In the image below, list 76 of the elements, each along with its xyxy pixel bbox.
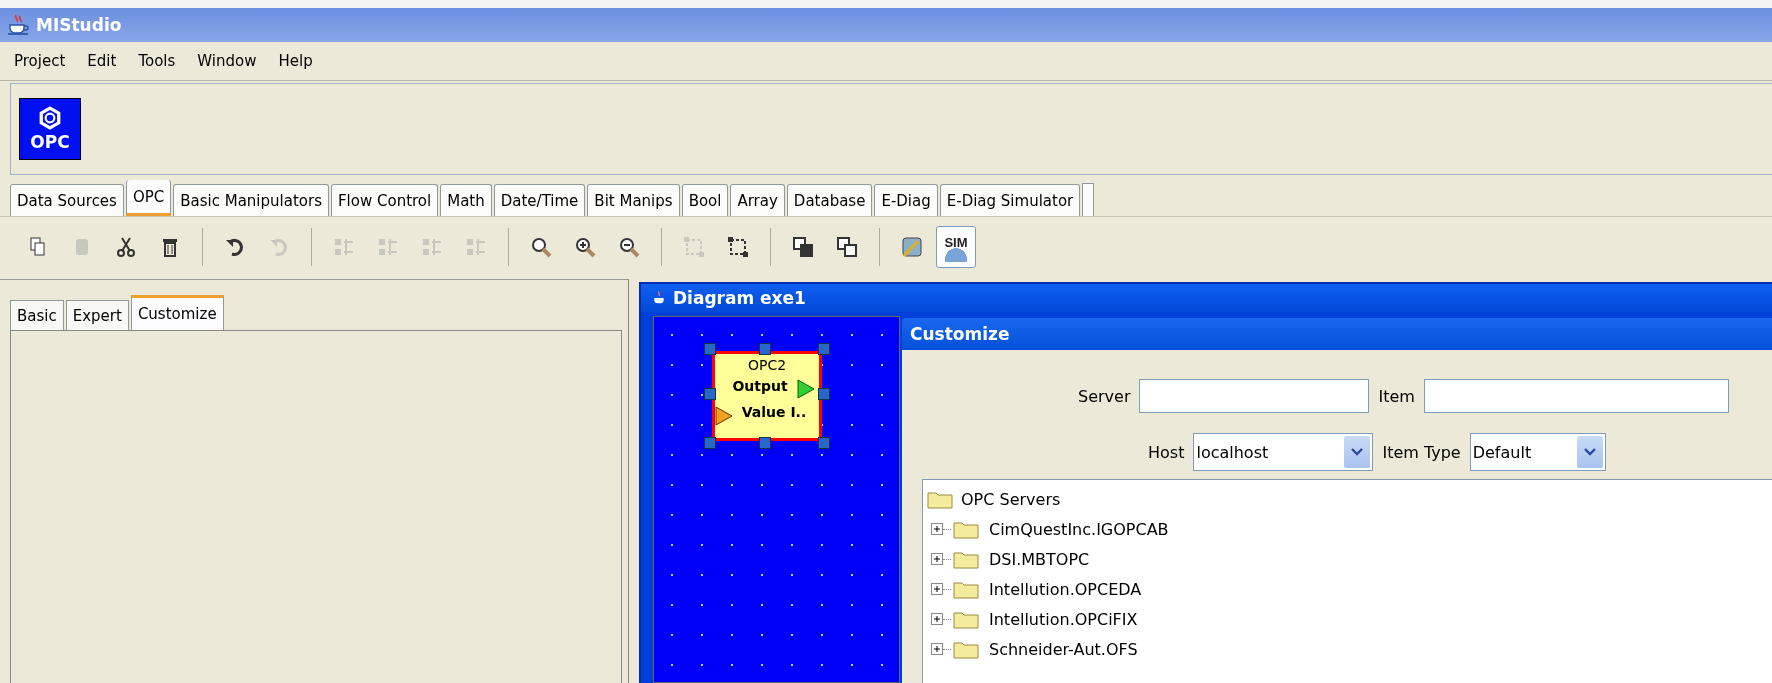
resize-handle[interactable] — [818, 437, 830, 449]
palette-tab[interactable]: Basic Manipulators — [173, 184, 329, 216]
group-icon — [682, 235, 706, 259]
palette-tab[interactable]: Bool — [681, 184, 729, 216]
item-type-label: Item Type — [1382, 442, 1461, 462]
palette-tab[interactable]: Data Sources — [10, 184, 124, 216]
menu-item[interactable]: Help — [278, 52, 313, 70]
search-icon — [529, 235, 553, 259]
zoom-in-icon — [573, 235, 597, 259]
menu-item[interactable]: Edit — [87, 52, 117, 70]
window-title: MIStudio — [36, 15, 122, 35]
item-field[interactable] — [1423, 379, 1729, 413]
empty-tab[interactable] — [1082, 183, 1095, 216]
folder-icon — [953, 639, 979, 659]
opc-palette-button[interactable]: OPC — [19, 98, 81, 160]
palette-tab[interactable]: Array — [730, 184, 785, 216]
resize-handle[interactable] — [704, 388, 716, 400]
tree-item[interactable]: Intellution.OPCEDA — [989, 579, 1142, 599]
folder-icon — [953, 519, 979, 539]
bring-front-icon — [791, 235, 815, 259]
menu-item[interactable]: Tools — [138, 52, 176, 70]
item-type-dropdown[interactable]: Default — [1469, 433, 1606, 471]
menu-item[interactable]: Window — [197, 52, 257, 70]
expand-icon[interactable] — [931, 613, 943, 625]
palette-tab[interactable]: Bit Manips — [587, 184, 680, 216]
coffee-cup-icon — [651, 290, 667, 306]
cut-icon — [114, 235, 138, 259]
folder-icon — [953, 579, 979, 599]
node-title: OPC2 — [747, 357, 787, 373]
resize-handle[interactable] — [704, 343, 716, 355]
resize-handle[interactable] — [704, 437, 716, 449]
menu-item[interactable]: Project — [14, 52, 66, 70]
tree-item[interactable]: DSI.MBTOPC — [989, 549, 1090, 569]
palette-tab[interactable]: Date/Time — [493, 184, 586, 216]
properties-tab[interactable]: Customize — [130, 295, 224, 330]
ungroup-icon — [726, 235, 750, 259]
diagram-title: Diagram exe1 — [673, 288, 806, 308]
sim-button[interactable]: SIM — [936, 226, 976, 268]
host-label: Host — [1148, 442, 1185, 462]
palette-tab[interactable]: E-Diag — [874, 184, 938, 216]
expand-icon[interactable] — [931, 583, 943, 595]
input-port-label: Value I.. — [741, 404, 807, 420]
palette-tab[interactable]: Flow Control — [330, 184, 439, 216]
expand-icon[interactable] — [931, 523, 943, 535]
resize-handle[interactable] — [759, 437, 771, 449]
customize-title: Customize — [902, 318, 1772, 350]
server-label: Server — [1078, 386, 1131, 406]
folder-icon — [953, 549, 979, 569]
output-port-label: Output — [732, 378, 788, 394]
tree-item[interactable]: OPC Servers — [961, 489, 1061, 509]
folder-icon — [953, 609, 979, 629]
host-dropdown[interactable]: localhost — [1193, 433, 1374, 471]
folder-icon — [927, 489, 953, 509]
send-back-icon — [835, 235, 859, 259]
tree-item[interactable]: Intellution.OPCiFIX — [989, 609, 1138, 629]
server-field[interactable] — [1139, 379, 1370, 413]
input-port-icon[interactable] — [714, 405, 734, 427]
opc-node[interactable]: OPC2 Output Value I.. — [712, 351, 822, 441]
palette-tab[interactable]: Database — [786, 184, 873, 216]
expand-icon[interactable] — [931, 553, 943, 565]
output-port-icon[interactable] — [796, 378, 816, 400]
coffee-cup-icon — [6, 13, 30, 37]
resize-handle[interactable] — [818, 343, 830, 355]
tree-item[interactable]: CimQuestInc.IGOPCAB — [989, 519, 1169, 539]
zoom-out-icon — [617, 235, 641, 259]
monitor-icon — [900, 235, 924, 259]
properties-tab[interactable]: Expert — [65, 300, 129, 330]
properties-tab[interactable]: Basic — [10, 300, 64, 330]
palette-tab[interactable]: OPC — [125, 180, 172, 216]
tree-item[interactable]: Schneider-Aut.OFS — [989, 639, 1138, 659]
resize-handle[interactable] — [759, 343, 771, 355]
expand-icon[interactable] — [931, 643, 943, 655]
resize-handle[interactable] — [818, 388, 830, 400]
item-label: Item — [1378, 386, 1415, 406]
palette-tab[interactable]: E-Diag Simulator — [939, 184, 1081, 216]
palette-tab[interactable]: Math — [440, 184, 492, 216]
